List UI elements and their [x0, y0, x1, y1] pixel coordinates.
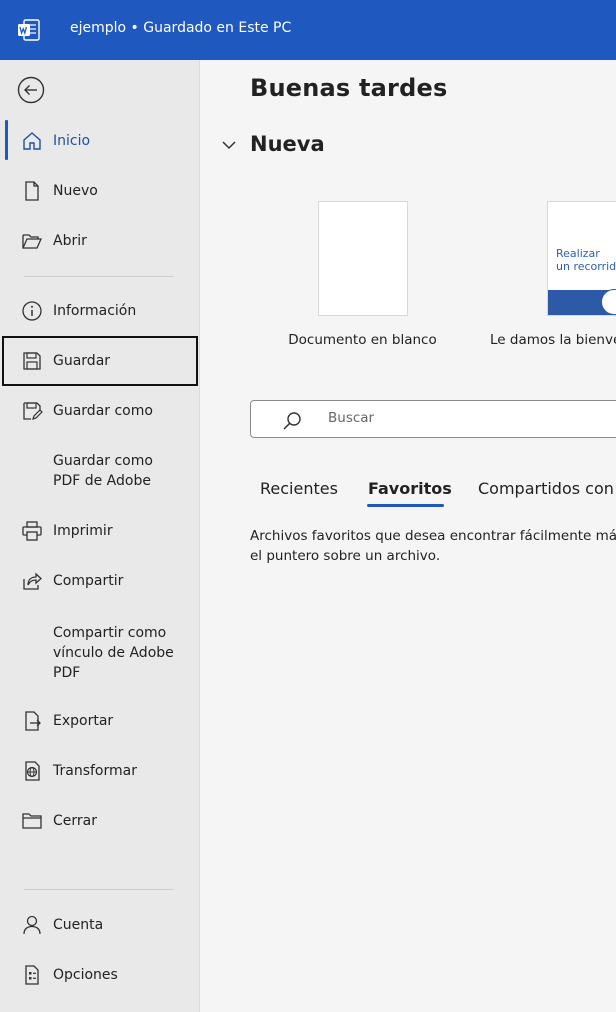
tour-line: Realizar — [556, 247, 600, 260]
folder-open-icon — [21, 230, 43, 252]
folder-close-icon — [21, 810, 43, 832]
sidebar-item-label: Opciones — [53, 967, 118, 983]
template-label: Le damos la bienve — [490, 332, 616, 348]
document-title: ejemplo • Guardado en Este PC — [70, 20, 292, 36]
sidebar-item-informacion[interactable]: Información — [2, 288, 198, 334]
search-input[interactable] — [326, 409, 580, 427]
greeting-heading: Buenas tardes — [250, 74, 448, 102]
label-line: Guardar como — [53, 453, 153, 469]
sidebar-item-imprimir[interactable]: Imprimir — [2, 508, 198, 554]
description-line: Archivos favoritos que desea encontrar f… — [250, 528, 616, 544]
tour-line: un recorrido — [556, 260, 616, 273]
label-line: PDF — [53, 665, 81, 681]
tour-thumbnail-text: Realizar un recorrido — [556, 247, 616, 273]
export-icon — [21, 710, 43, 732]
sidebar-item-opciones[interactable]: Opciones — [2, 952, 198, 998]
sidebar-item-label: Transformar — [53, 763, 137, 779]
tab-recientes[interactable]: Recientes — [260, 479, 338, 498]
sidebar-item-compartir[interactable]: Compartir — [2, 558, 198, 604]
sidebar-item-label: Cuenta — [53, 917, 104, 933]
label-line: Compartir como — [53, 625, 167, 641]
sidebar-item-guardar-como[interactable]: Guardar como — [2, 388, 198, 434]
sidebar-item-label: Guardar como PDF de Adobe — [53, 451, 153, 491]
blank-document-template[interactable] — [318, 201, 408, 316]
template-label: Documento en blanco — [288, 332, 437, 348]
label-line: vínculo de Adobe — [53, 645, 174, 661]
printer-icon — [21, 520, 43, 542]
chevron-down-icon — [222, 141, 236, 150]
new-document-icon — [21, 180, 43, 202]
active-tab-indicator — [367, 504, 444, 507]
save-icon — [21, 350, 43, 372]
sidebar-item-label: Guardar como — [53, 403, 153, 419]
sidebar-divider — [24, 889, 174, 890]
sidebar-item-cerrar[interactable]: Cerrar — [2, 798, 198, 844]
word-icon — [18, 19, 40, 41]
sidebar-item-label: Imprimir — [53, 523, 113, 539]
nueva-section-title: Nueva — [250, 132, 325, 156]
sidebar-item-compartir-pdf[interactable]: Compartir como vínculo de Adobe PDF — [2, 620, 198, 686]
sidebar-item-cuenta[interactable]: Cuenta — [2, 902, 198, 948]
backstage-sidebar: Inicio Nuevo Abrir Información Guardar G… — [0, 60, 200, 1012]
sidebar-item-label: Compartir — [53, 573, 124, 589]
tab-favoritos[interactable]: Favoritos — [368, 479, 452, 498]
sidebar-item-transformar[interactable]: Transformar — [2, 748, 198, 794]
sidebar-item-label: Abrir — [53, 233, 87, 249]
share-icon — [21, 570, 43, 592]
sidebar-item-exportar[interactable]: Exportar — [2, 698, 198, 744]
title-bar: ejemplo • Guardado en Este PC — [0, 0, 616, 60]
sidebar-item-abrir[interactable]: Abrir — [2, 218, 198, 264]
sidebar-item-label: Compartir como vínculo de Adobe PDF — [53, 623, 174, 683]
search-icon — [283, 412, 301, 430]
sidebar-item-guardar-pdf[interactable]: Guardar como PDF de Adobe — [2, 443, 198, 499]
sidebar-item-inicio[interactable]: Inicio — [2, 118, 198, 164]
sidebar-item-label: Nuevo — [53, 183, 98, 199]
description-line: el puntero sobre un archivo. — [250, 548, 441, 564]
person-icon — [21, 914, 43, 936]
tab-compartidos[interactable]: Compartidos con — [478, 479, 614, 498]
info-icon — [21, 300, 43, 322]
sidebar-item-label: Inicio — [53, 133, 91, 149]
welcome-tour-template[interactable]: Realizar un recorrido — [547, 201, 616, 316]
label-line: PDF de Adobe — [53, 473, 151, 489]
save-as-icon — [21, 400, 43, 422]
backstage-home: Buenas tardes Nueva Documento en blanco … — [200, 60, 616, 1012]
home-icon — [21, 130, 43, 152]
favorites-description: Archivos favoritos que desea encontrar f… — [250, 526, 616, 566]
sidebar-item-label: Información — [53, 303, 137, 319]
back-arrow-icon[interactable] — [16, 75, 46, 105]
nueva-section-toggle[interactable]: Nueva — [220, 132, 325, 156]
transform-icon — [21, 760, 43, 782]
sidebar-item-guardar[interactable]: Guardar — [2, 336, 198, 386]
sidebar-divider — [24, 276, 174, 277]
sidebar-item-nuevo[interactable]: Nuevo — [2, 168, 198, 214]
sidebar-item-label: Cerrar — [53, 813, 97, 829]
sidebar-item-label: Guardar — [53, 353, 111, 369]
options-icon — [21, 964, 43, 986]
sidebar-item-label: Exportar — [53, 713, 114, 729]
search-box[interactable] — [250, 400, 616, 438]
